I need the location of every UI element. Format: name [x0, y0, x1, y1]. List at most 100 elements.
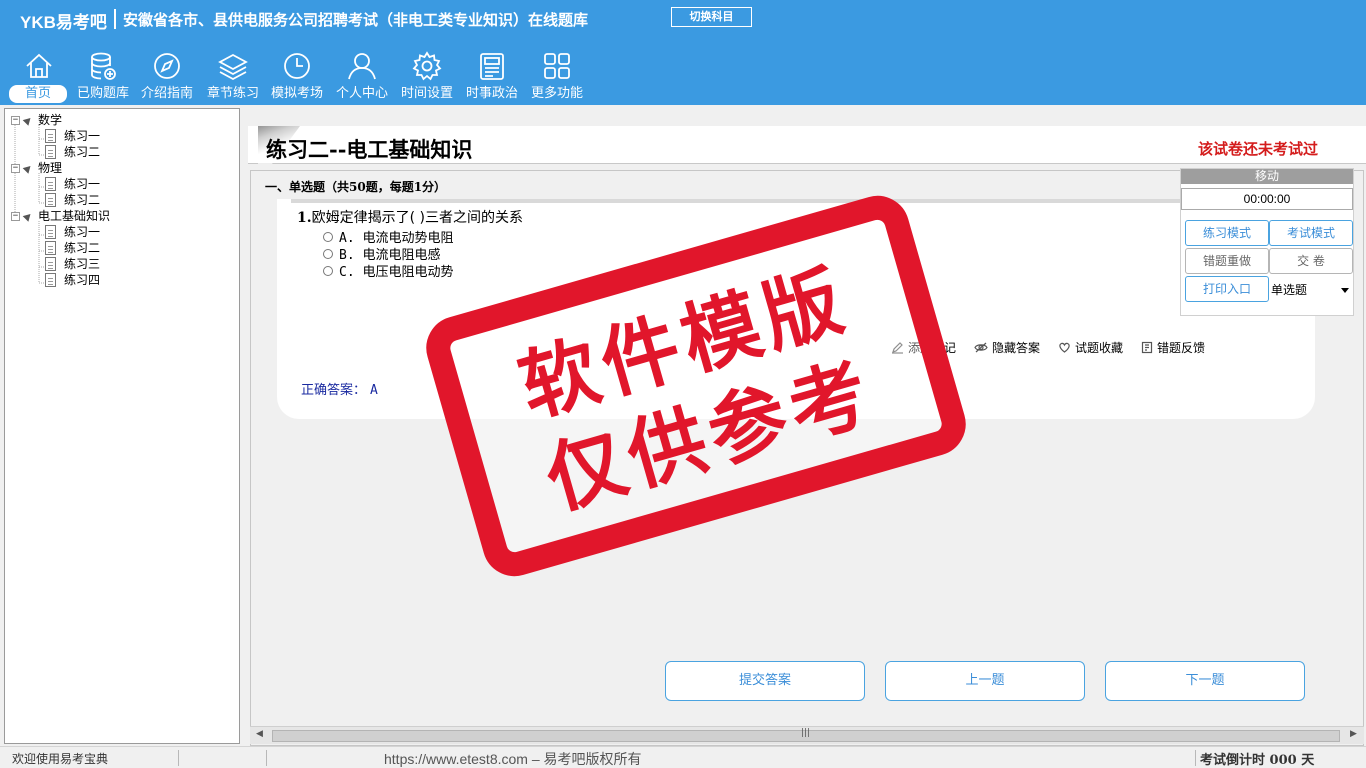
tree-node-label: 数学 [38, 113, 63, 127]
document-icon [45, 129, 56, 143]
switch-subject-button[interactable]: 切换科目 [671, 7, 752, 27]
report-error-label: 错题反馈 [1157, 341, 1206, 355]
card-top-border [291, 199, 1301, 203]
tree-leaf[interactable]: 练习二 [45, 192, 100, 208]
tree-node-electrical-basics[interactable]: − 电工基础知识 [11, 208, 110, 224]
app-title: 安徽省各市、县供电服务公司招聘考试（非电工类专业知识）在线题库 [123, 11, 589, 29]
nav-more-functions[interactable]: 更多功能 [526, 48, 588, 104]
nav-mock-exam[interactable]: 模拟考场 [266, 48, 328, 104]
option-label: C. 电压电阻电动势 [339, 265, 454, 280]
document-icon [45, 241, 56, 255]
scroll-left-icon[interactable]: ◀ [256, 729, 263, 739]
layers-icon [218, 53, 248, 81]
nav-label: 介绍指南 [140, 86, 193, 101]
report-error-button[interactable]: 错题反馈 [1141, 339, 1205, 356]
exam-timer: 00:00:00 [1181, 188, 1353, 210]
nav-time-settings[interactable]: 时间设置 [396, 48, 458, 104]
nav-label: 时间设置 [400, 86, 453, 101]
previous-question-button[interactable]: 上一题 [885, 661, 1085, 701]
nav-chapter-practice[interactable]: 章节练习 [202, 48, 264, 104]
next-question-button[interactable]: 下一题 [1105, 661, 1305, 701]
folder-triangle-icon [22, 162, 34, 174]
favorite-label: 试题收藏 [1075, 341, 1124, 355]
tree-node-physics[interactable]: − 物理 [11, 160, 62, 176]
answer-label: 正确答案： [301, 383, 367, 398]
welcome-text: 欢迎使用易考宝典 [12, 752, 109, 766]
favorite-button[interactable]: 试题收藏 [1058, 339, 1123, 356]
tree-leaf[interactable]: 练习一 [45, 224, 100, 240]
status-bar: 欢迎使用易考宝典 https://www.etest8.com – 易考吧版权所… [0, 746, 1366, 768]
question-stem: 欧姆定律揭示了( )三者之间的关系 [311, 210, 523, 226]
nav-purchased[interactable]: 已购题库 [72, 48, 134, 104]
nav-label: 个人中心 [335, 86, 388, 101]
tree-node-math[interactable]: − 数学 [11, 112, 62, 128]
copyright-text: https://www.etest8.com – 易考吧版权所有 [384, 751, 642, 767]
compass-icon [154, 53, 180, 79]
grid-icon [544, 53, 570, 79]
practice-mode-button[interactable]: 练习模式 [1185, 220, 1269, 246]
option-c[interactable]: C. 电压电阻电动势 [323, 261, 453, 280]
submit-answer-button[interactable]: 提交答案 [665, 661, 865, 701]
tree-leaf-label: 练习一 [64, 129, 101, 143]
tree-leaf-label: 练习二 [64, 193, 101, 207]
tree-leaf-label: 练习一 [64, 225, 101, 239]
hide-answer-label: 隐藏答案 [992, 341, 1041, 355]
radio-button[interactable] [323, 248, 333, 259]
tree-leaf[interactable]: 练习一 [45, 128, 100, 144]
collapse-icon[interactable]: − [11, 211, 20, 221]
newspaper-icon [480, 53, 504, 80]
document-icon [45, 225, 56, 239]
tree-leaf-label: 练习一 [64, 177, 101, 191]
tree-leaf-label: 练习二 [64, 145, 101, 159]
answer-value: A [370, 383, 378, 398]
database-add-icon [91, 52, 116, 80]
question-number: 1. [297, 210, 312, 226]
heart-icon [1059, 342, 1070, 353]
paper-title: 练习二--电工基础知识 [266, 137, 473, 162]
home-icon [26, 53, 52, 78]
exam-countdown: 考试倒计时 000 天 [1200, 753, 1315, 768]
document-icon [45, 177, 56, 191]
title-divider [114, 9, 116, 29]
exam-mode-button[interactable]: 考试模式 [1269, 220, 1353, 246]
radio-button[interactable] [323, 231, 333, 242]
radio-button[interactable] [323, 265, 333, 276]
collapse-icon[interactable]: − [11, 163, 20, 173]
nav-label: 首页 [9, 85, 67, 103]
status-divider [178, 750, 179, 766]
collapse-icon[interactable]: − [11, 115, 20, 125]
nav-label: 章节练习 [206, 86, 259, 101]
scroll-right-icon[interactable]: ▶ [1350, 729, 1357, 739]
question-type-select[interactable]: 单选题 [1269, 277, 1353, 303]
panel-drag-handle[interactable]: 移动 [1181, 169, 1353, 184]
horizontal-scrollbar[interactable]: ◀ ||| ▶ [250, 726, 1364, 744]
tree-leaf[interactable]: 练习三 [45, 256, 100, 272]
user-icon [348, 53, 376, 80]
nav-label: 模拟考场 [270, 86, 323, 101]
tree-leaf-label: 练习四 [64, 273, 101, 287]
app-logo: YKB易考吧 [20, 13, 107, 32]
nav-label: 更多功能 [530, 86, 583, 101]
exam-status: 该试卷还未考试过 [1198, 140, 1319, 158]
exam-control-panel: 移动 00:00:00 练习模式 考试模式 错题重做 交 卷 打印入口 单选题 [1180, 168, 1354, 316]
folder-triangle-icon [22, 114, 34, 126]
tree-leaf[interactable]: 练习二 [45, 144, 100, 160]
nav-personal-center[interactable]: 个人中心 [331, 48, 393, 104]
nav-home[interactable]: 首页 [8, 48, 70, 104]
tree-leaf[interactable]: 练习四 [45, 272, 100, 288]
hand-in-button[interactable]: 交 卷 [1269, 248, 1353, 274]
hide-answer-button[interactable]: 隐藏答案 [974, 339, 1040, 356]
tree-node-label: 电工基础知识 [38, 209, 111, 223]
nav-label: 时事政治 [465, 86, 518, 101]
clock-icon [284, 53, 310, 79]
nav-guide[interactable]: 介绍指南 [136, 48, 198, 104]
redo-wrong-button[interactable]: 错题重做 [1185, 248, 1269, 274]
tree-leaf[interactable]: 练习一 [45, 176, 100, 192]
tree-leaf-label: 练习二 [64, 241, 101, 255]
print-button[interactable]: 打印入口 [1185, 276, 1269, 302]
nav-current-affairs[interactable]: 时事政治 [461, 48, 523, 104]
folder-triangle-icon [22, 210, 34, 222]
document-icon [45, 145, 56, 159]
tree-leaf[interactable]: 练习二 [45, 240, 100, 256]
scrollbar-thumb[interactable]: ||| [272, 728, 1340, 742]
